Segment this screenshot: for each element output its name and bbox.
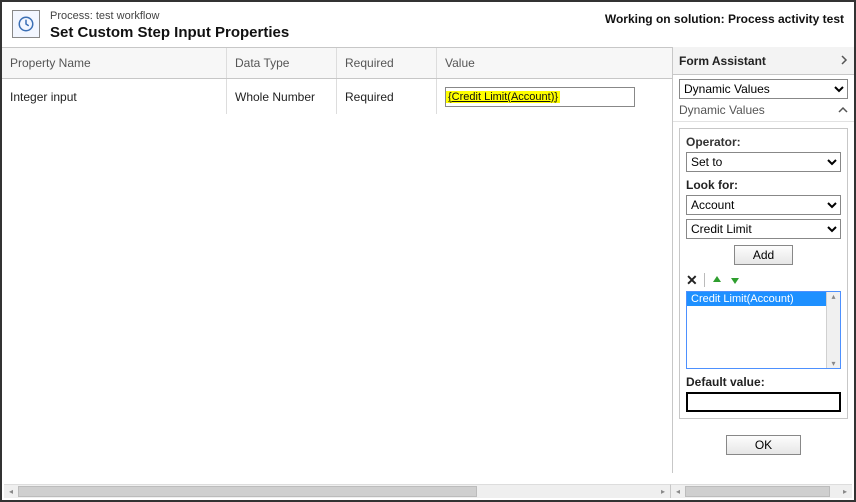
right-hscrollbar[interactable]: ◂ ▸ [670,484,852,498]
grid-header: Property Name Data Type Required Value [2,47,672,79]
value-input[interactable]: {Credit Limit(Account)} [445,87,635,107]
ok-button[interactable]: OK [726,435,801,455]
lookfor-field-select[interactable]: Credit Limit [686,219,841,239]
operator-select[interactable]: Set to [686,152,841,172]
process-icon [12,10,40,38]
properties-grid: Property Name Data Type Required Value I… [2,47,672,473]
move-down-icon[interactable] [729,274,741,286]
bottom-scrollbars: ◂ ▸ ◂ ▸ [4,484,852,498]
form-assistant-title: Form Assistant [679,54,766,68]
page-title: Set Custom Step Input Properties [50,24,605,41]
cell-required: Required [337,79,437,114]
grid-row: Integer input Whole Number Required {Cre… [2,79,672,115]
selected-value-item[interactable]: Credit Limit(Account) [687,292,840,306]
expand-icon[interactable] [840,54,848,68]
col-header-property-name[interactable]: Property Name [2,48,227,78]
scroll-left-icon[interactable]: ◂ [4,487,18,496]
col-header-required[interactable]: Required [337,48,437,78]
cell-property-name: Integer input [2,79,227,114]
remove-icon[interactable]: ✕ [686,273,698,287]
col-header-value[interactable]: Value [437,48,672,78]
col-header-data-type[interactable]: Data Type [227,48,337,78]
scroll-left-icon[interactable]: ◂ [671,487,685,496]
value-chip[interactable]: {Credit Limit(Account)} [446,91,560,103]
process-breadcrumb: Process: test workflow [50,10,605,22]
dynamic-values-body: Operator: Set to Look for: Account Credi… [679,128,848,419]
separator [704,273,705,287]
default-value-label: Default value: [686,375,841,389]
selected-values-list[interactable]: Credit Limit(Account) ▴▾ [686,291,841,369]
dynamic-values-label: Dynamic Values [679,103,765,117]
operator-label: Operator: [686,135,841,149]
left-hscrollbar[interactable]: ◂ ▸ [4,484,670,498]
lookfor-label: Look for: [686,178,841,192]
mode-select[interactable]: Dynamic Values [679,79,848,99]
list-scrollbar[interactable]: ▴▾ [826,292,840,368]
scroll-right-icon[interactable]: ▸ [656,487,670,496]
scroll-right-icon[interactable]: ▸ [838,487,852,496]
add-button[interactable]: Add [734,245,793,265]
dynamic-values-section[interactable]: Dynamic Values [673,99,854,122]
collapse-icon[interactable] [838,103,848,117]
header: Process: test workflow Set Custom Step I… [2,2,854,47]
form-assistant-header[interactable]: Form Assistant [673,47,854,75]
cell-value: {Credit Limit(Account)} [437,79,672,114]
working-on-solution: Working on solution: Process activity te… [605,10,844,26]
default-value-input[interactable] [686,392,841,412]
move-up-icon[interactable] [711,274,723,286]
process-name: test workflow [96,10,160,22]
cell-data-type: Whole Number [227,79,337,114]
process-prefix: Process: [50,10,93,22]
form-assistant-panel: Form Assistant Dynamic Values Dynamic Va… [672,47,854,473]
lookfor-entity-select[interactable]: Account [686,195,841,215]
